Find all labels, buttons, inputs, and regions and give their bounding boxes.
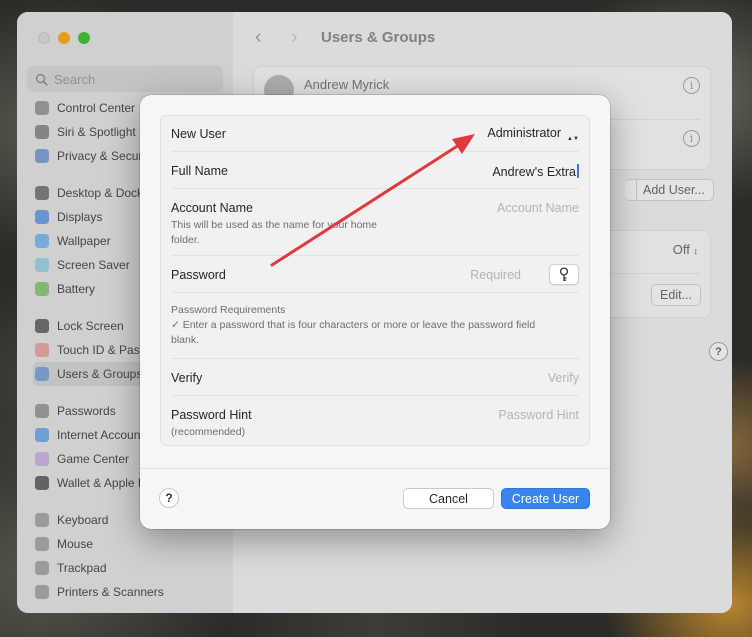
account-name-field[interactable]: Account Name (497, 201, 579, 215)
password-requirements-row: Password Requirements ✓ Enter a password… (171, 293, 579, 359)
password-label: Password (171, 268, 226, 282)
password-hint-row: Password Hint (recommended) Password Hin… (171, 396, 579, 446)
text-cursor (577, 164, 579, 178)
password-hint-label: Password Hint (171, 408, 252, 422)
full-name-field[interactable]: Andrew's Extra (492, 164, 579, 179)
verify-label: Verify (171, 371, 203, 385)
verify-field[interactable]: Verify (548, 371, 579, 385)
account-name-hint: This will be used as the name for your h… (171, 219, 378, 246)
account-type-value: Administrator (487, 126, 561, 140)
full-name-label: Full Name (171, 164, 228, 178)
requirements-title: Password Requirements (171, 304, 286, 316)
new-user-row: New User Administrator ▲▼ (171, 116, 579, 152)
account-type-popup[interactable]: Administrator ▲▼ (487, 126, 579, 147)
account-name-label: Account Name (171, 201, 253, 215)
password-field[interactable]: Required (470, 268, 521, 282)
password-assistant-button[interactable] (549, 264, 579, 285)
password-hint-sub: (recommended) (171, 426, 246, 438)
account-name-row: Account Name This will be used as the na… (171, 189, 579, 256)
full-name-row: Full Name Andrew's Extra (171, 152, 579, 189)
popup-stepper-icon: ▲▼ (567, 136, 579, 142)
new-user-dialog: New User Administrator ▲▼ Full Name Andre… (140, 95, 610, 529)
verify-row: Verify Verify (171, 359, 579, 396)
key-icon (559, 267, 569, 281)
cancel-button[interactable]: Cancel (403, 488, 494, 509)
full-name-value: Andrew's Extra (492, 165, 576, 179)
dialog-help-button[interactable]: ? (159, 488, 179, 508)
password-hint-field[interactable]: Password Hint (498, 408, 579, 422)
new-user-form: New User Administrator ▲▼ Full Name Andre… (160, 115, 590, 446)
password-row: Password Required (171, 256, 579, 293)
new-user-label: New User (171, 127, 226, 141)
dialog-divider (140, 468, 610, 469)
create-user-button[interactable]: Create User (501, 488, 590, 509)
requirements-text: ✓ Enter a password that is four characte… (171, 319, 536, 346)
